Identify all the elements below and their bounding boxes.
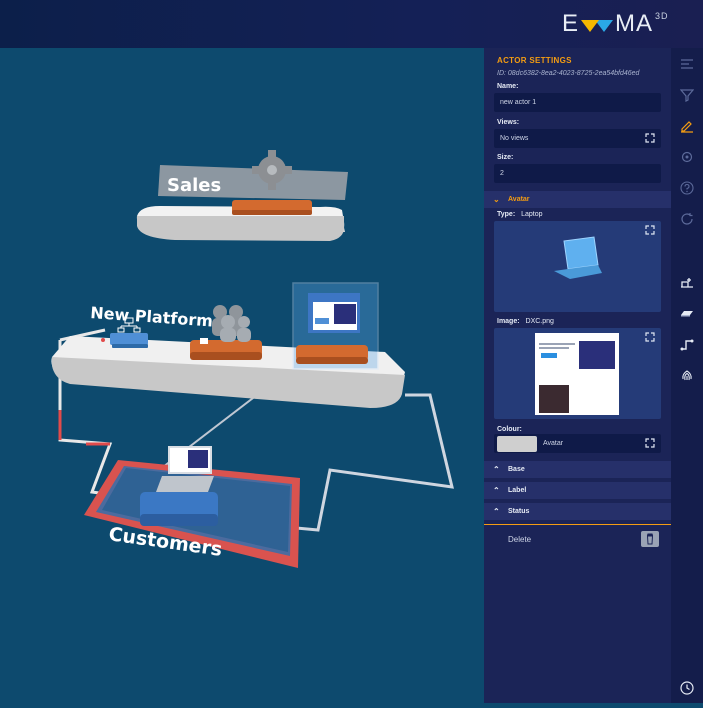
base-section-label: Base [508,466,525,473]
scene-canvas[interactable]: Sales New Platform G Customers [0,48,484,703]
image-preview[interactable] [494,328,661,419]
sales-platform[interactable]: Sales [136,150,348,241]
tool-rail [671,48,703,703]
selected-laptop-actor[interactable] [292,282,379,370]
base-section-header[interactable]: ⌃ Base [484,461,671,478]
colour-swatch[interactable] [497,436,537,452]
chevron-up-icon: ⌃ [493,507,500,516]
add-actor-icon[interactable] [679,274,695,290]
image-label: Image: DXC.png [497,318,554,325]
delete-button[interactable]: Delete [508,535,531,544]
label-section-header[interactable]: ⌃ Label [484,482,671,499]
name-label: Name: [497,83,519,90]
status-section-header[interactable]: ⌃ Status [484,503,671,520]
help-icon[interactable] [679,180,695,196]
refresh-icon[interactable] [679,211,695,227]
views-label: Views: [497,119,520,126]
chevron-down-icon: ⌄ [493,195,500,204]
history-icon[interactable] [679,680,695,696]
menu-icon[interactable] [679,56,695,72]
chevron-up-icon: ⌃ [493,486,500,495]
avatar-section-label: Avatar [508,196,530,203]
path-icon[interactable] [679,336,695,352]
delete-row: Delete [484,524,671,551]
settings-icon[interactable] [679,149,695,165]
sales-label: Sales [167,175,221,196]
avatar-section-header[interactable]: ⌄ Avatar [484,191,671,208]
colour-field[interactable]: Avatar [494,434,661,453]
image-value: DXC.png [525,318,554,325]
image-thumbnail [535,333,619,415]
actor-id: ID: 08dc6382-8ea2-4023-8725-2ea54bfd46ed [497,70,640,77]
type-value: Laptop [521,211,543,218]
size-field[interactable]: 2 [494,164,661,183]
panel-title: ACTOR SETTINGS [497,56,572,65]
name-field[interactable]: new actor 1 [494,93,661,112]
customers-platform[interactable]: Customers [84,446,300,568]
size-label: Size: [497,154,514,161]
edit-icon[interactable] [679,118,695,134]
colour-value: Avatar [543,440,564,447]
fingerprint-icon[interactable] [679,367,695,383]
filter-icon[interactable] [679,87,695,103]
platform-icon[interactable] [679,305,695,321]
top-bar: E MA 3D [0,0,703,48]
new-platform[interactable]: New Platform G [51,282,405,408]
colour-label: Colour: [497,426,522,433]
actor-settings-panel: ACTOR SETTINGS ID: 08dc6382-8ea2-4023-87… [484,48,671,703]
scene-svg[interactable]: Sales New Platform G Customers [0,48,484,703]
expand-icon[interactable] [645,133,655,143]
people-icon [212,305,251,342]
app-logo: E MA 3D [562,10,669,37]
chevron-up-icon: ⌃ [493,465,500,474]
label-section-label: Label [508,487,527,494]
trash-button[interactable] [641,531,659,547]
expand-icon[interactable] [645,438,655,448]
expand-icon[interactable] [645,332,655,342]
expand-icon[interactable] [645,225,655,235]
laptop-icon [554,236,602,279]
trash-icon [646,533,654,545]
status-section-label: Status [508,508,530,515]
views-value: No views [500,135,529,142]
type-label: Type: Laptop [497,211,543,218]
views-field[interactable]: No views [494,129,661,148]
type-preview[interactable] [494,221,661,312]
new-platform-label: New Platform G [90,303,232,332]
